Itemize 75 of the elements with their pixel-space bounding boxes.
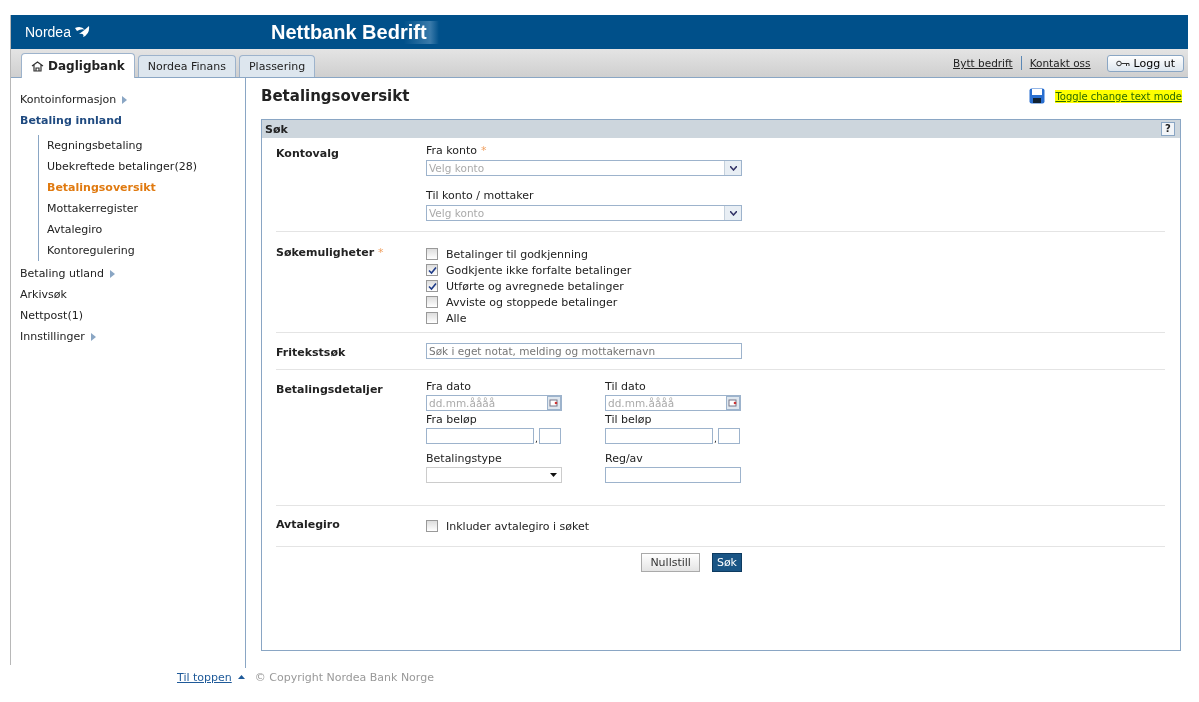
sidebar-subitem[interactable]: Ubekreftede betalinger(28) bbox=[47, 160, 197, 173]
amount-field[interactable] bbox=[426, 428, 534, 444]
required-mark: * bbox=[481, 144, 487, 157]
sidebar-subitem[interactable]: Avtalegiro bbox=[47, 223, 103, 236]
sidebar-subitem[interactable]: Kontoregulering bbox=[47, 244, 135, 257]
search-button[interactable]: Søk bbox=[711, 553, 742, 572]
decimal-separator: , bbox=[714, 434, 717, 444]
sidebar-item[interactable]: Arkivsøk bbox=[20, 288, 67, 301]
logo-text: Nordea bbox=[25, 24, 71, 40]
reset-button[interactable]: Nullstill bbox=[641, 553, 700, 572]
section-label: Søkemuligheter bbox=[276, 246, 375, 259]
checkbox-label: Godkjente ikke forfalte betalinger bbox=[446, 263, 632, 277]
decimal-field[interactable] bbox=[538, 428, 561, 444]
field-label: Fra beløp bbox=[426, 413, 478, 426]
panel-title: Søk bbox=[265, 122, 288, 136]
amount-field[interactable] bbox=[605, 428, 713, 444]
free-text-search-field[interactable]: Søk i eget notat, melding og mottakernavn bbox=[426, 343, 742, 359]
dropdown-caret-icon[interactable] bbox=[724, 206, 741, 220]
section-label: Betalingsdetaljer bbox=[276, 383, 383, 396]
payment-type-dropdown[interactable] bbox=[426, 467, 562, 483]
sidebar-item[interactable]: Kontoinformasjon bbox=[20, 93, 117, 106]
tab[interactable]: Nordea Finans bbox=[137, 55, 236, 77]
field-label: Til konto / mottaker bbox=[426, 189, 535, 202]
dropdown-caret-icon[interactable] bbox=[724, 161, 741, 175]
to-top-link[interactable]: Til toppen bbox=[177, 670, 232, 684]
checkbox[interactable] bbox=[426, 264, 438, 276]
header-link[interactable]: Kontakt oss bbox=[1029, 57, 1091, 69]
field-label: Til dato bbox=[605, 380, 647, 393]
logout-button[interactable]: Logg ut bbox=[1106, 54, 1184, 72]
decimal-field[interactable] bbox=[717, 428, 740, 444]
checkbox-label: Inkluder avtalegiro i søket bbox=[446, 519, 590, 533]
house-icon bbox=[31, 60, 44, 72]
section-label: Fritekstsøk bbox=[276, 346, 346, 359]
decimal-separator: , bbox=[535, 434, 538, 444]
save-icon[interactable] bbox=[1029, 88, 1046, 104]
checkbox[interactable] bbox=[426, 296, 438, 308]
copyright-text: © Copyright Nordea Bank Norge bbox=[254, 670, 434, 684]
checkbox-label: Utførte og avregnede betalinger bbox=[446, 279, 624, 293]
checkbox[interactable] bbox=[426, 312, 438, 324]
sidebar-subitem[interactable]: Regningsbetaling bbox=[47, 139, 143, 152]
checkbox[interactable] bbox=[426, 520, 438, 532]
key-icon bbox=[1115, 59, 1130, 67]
reg-by-field[interactable] bbox=[605, 467, 741, 483]
calendar-icon[interactable] bbox=[547, 396, 561, 410]
expand-arrow-icon[interactable] bbox=[122, 95, 128, 104]
up-arrow-icon[interactable] bbox=[237, 675, 245, 679]
sidebar-item[interactable]: Innstillinger bbox=[20, 330, 85, 343]
toggle-text-mode-link[interactable]: Toggle change text mode bbox=[1055, 89, 1182, 103]
tab[interactable]: Plassering bbox=[238, 55, 316, 77]
tab[interactable]: Dagligbank bbox=[21, 53, 135, 78]
checkbox[interactable] bbox=[426, 280, 438, 292]
wave-logo-icon bbox=[72, 26, 91, 38]
field-label: Betalingstype bbox=[426, 452, 503, 465]
sidebar-item[interactable]: Betaling utland bbox=[20, 267, 104, 280]
page-title: Betalingsoversikt bbox=[261, 87, 410, 105]
dropdown-caret-icon bbox=[550, 473, 557, 477]
checkbox-label: Alle bbox=[446, 311, 467, 325]
sidebar-subitem[interactable]: Mottakerregister bbox=[47, 202, 139, 215]
checkbox[interactable] bbox=[426, 248, 438, 260]
sidebar-item[interactable]: Betaling innland bbox=[20, 114, 122, 127]
expand-arrow-icon[interactable] bbox=[90, 332, 96, 341]
calendar-icon[interactable] bbox=[726, 396, 740, 410]
section-label: Kontovalg bbox=[276, 147, 339, 160]
required-mark: * bbox=[378, 246, 384, 259]
expand-arrow-icon[interactable] bbox=[109, 269, 115, 278]
field-label: Fra konto bbox=[426, 144, 477, 157]
checkbox-label: Betalinger til godkjenning bbox=[446, 247, 588, 261]
help-button[interactable]: ? bbox=[1161, 122, 1175, 136]
field-label: Til beløp bbox=[605, 413, 653, 426]
field-label: Reg/av bbox=[605, 452, 644, 465]
header-link[interactable]: Bytt bedrift bbox=[953, 57, 1013, 69]
sidebar-item[interactable]: Nettpost(1) bbox=[20, 309, 83, 322]
section-label: Avtalegiro bbox=[276, 518, 340, 531]
field-label: Fra dato bbox=[426, 380, 473, 393]
checkbox-label: Avviste og stoppede betalinger bbox=[446, 295, 618, 309]
